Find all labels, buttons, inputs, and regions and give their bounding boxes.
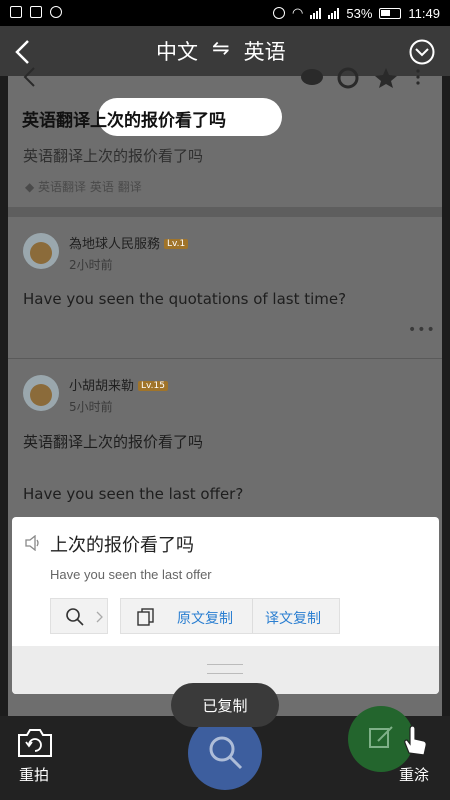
copy-icon[interactable]	[137, 608, 155, 626]
swap-icon[interactable]: ⇋	[212, 36, 230, 66]
answer-text: Have you seen the last offer?	[23, 485, 244, 503]
retake-button[interactable]: 重拍	[19, 764, 49, 785]
divider	[252, 599, 253, 633]
page-action-icons	[301, 67, 420, 89]
question-title: 英语翻译上次的报价看了吗	[22, 111, 226, 131]
answer-text-zh: 英语翻译上次的报价看了吗	[23, 433, 204, 451]
battery-icon	[379, 7, 402, 19]
copy-translation-button[interactable]: 译文复制	[265, 608, 321, 628]
answer-time: 2小时前	[69, 258, 113, 272]
status-bar: ◠ 53% 11:49	[0, 0, 450, 26]
level-badge: Lv.15	[138, 381, 168, 391]
hand-pointer-icon[interactable]	[399, 723, 431, 759]
source-language[interactable]: 中文	[156, 36, 198, 66]
retake-icon[interactable]	[16, 727, 54, 759]
more-icon: •••	[408, 322, 436, 338]
alarm-icon	[273, 7, 286, 19]
page-back-icon	[23, 67, 35, 87]
status-right: ◠ 53% 11:49	[273, 5, 440, 21]
image-icon	[30, 6, 42, 18]
drag-handle[interactable]	[207, 664, 243, 674]
battery-percent: 53%	[346, 5, 373, 21]
divider	[8, 358, 442, 359]
edit-icon	[369, 726, 393, 748]
translated-text: Have you seen the last offer	[50, 567, 212, 582]
answer-user: 小胡胡来勒 Lv.15	[69, 375, 168, 394]
signal-icon	[310, 7, 322, 19]
search-icon	[66, 608, 84, 626]
notification-icons	[10, 6, 62, 18]
avatar	[23, 233, 59, 269]
question-body: 英语翻译上次的报价看了吗	[23, 147, 204, 165]
section-divider	[8, 207, 442, 217]
answer-time: 5小时前	[69, 400, 113, 414]
question-tags: ◆ 英语翻译 英语 翻译	[25, 178, 142, 195]
dropdown-icon[interactable]	[408, 38, 436, 66]
answer-user: 為地球人民服務 Lv.1	[69, 233, 189, 252]
level-badge: Lv.1	[164, 239, 189, 249]
search-icon	[209, 736, 243, 770]
search-button[interactable]	[50, 598, 108, 634]
copy-button-group: 原文复制 译文复制	[120, 598, 340, 634]
redraw-button[interactable]: 重涂	[399, 764, 429, 785]
source-text: 上次的报价看了吗	[50, 535, 194, 556]
clock: 11:49	[408, 5, 440, 21]
tag-icon: ◆	[25, 180, 39, 194]
tag: 英语翻译	[38, 180, 87, 194]
copied-toast: 已复制	[171, 683, 279, 727]
tag: 英语	[89, 180, 114, 194]
answer-text: Have you seen the quotations of last tim…	[23, 290, 347, 308]
copy-source-button[interactable]: 原文复制	[177, 608, 233, 628]
speaker-icon[interactable]	[24, 535, 42, 551]
wifi-icon: ◠	[292, 5, 304, 20]
chat-icon	[50, 6, 62, 18]
avatar	[23, 375, 59, 411]
back-icon[interactable]	[12, 38, 34, 66]
chevron-right-icon	[96, 611, 103, 623]
language-switcher[interactable]: 中文 ⇋ 英语	[156, 36, 286, 66]
target-language[interactable]: 英语	[244, 36, 286, 66]
search-fab[interactable]	[188, 716, 262, 790]
notification-icon	[10, 6, 22, 18]
tag: 翻译	[117, 180, 142, 194]
signal2-icon	[328, 7, 340, 19]
